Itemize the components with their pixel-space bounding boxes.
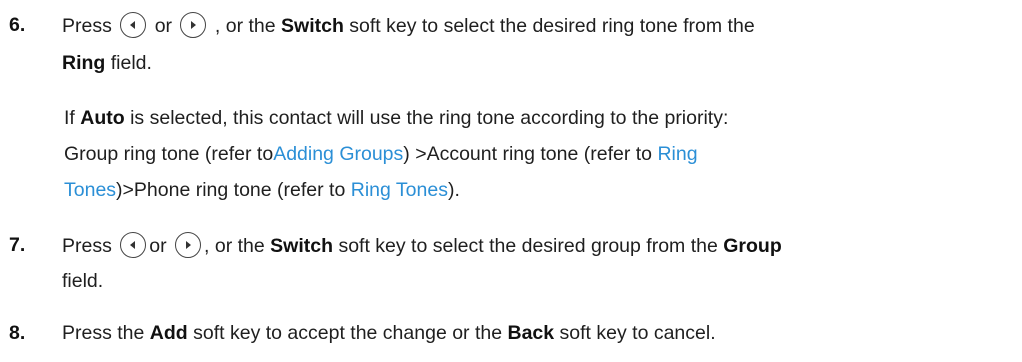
ring-tones-link[interactable]: Ring bbox=[657, 143, 697, 165]
step-7-line-2: field. bbox=[62, 270, 104, 292]
switch-key-label: Switch bbox=[281, 15, 344, 38]
step-number: 6. bbox=[9, 14, 26, 36]
step-number: 8. bbox=[9, 322, 26, 344]
left-arrow-key-icon bbox=[120, 232, 147, 258]
note-line-2: Group ring tone (refer toAdding Groups) … bbox=[64, 143, 698, 165]
add-key-label: Add bbox=[149, 322, 188, 344]
note-line-3: Tones)>Phone ring tone (refer to Ring To… bbox=[64, 179, 460, 201]
step-8-line-1: Press the Add soft key to accept the cha… bbox=[62, 322, 716, 344]
note-line-1: If Auto is selected, this contact will u… bbox=[64, 107, 729, 129]
right-arrow-key-icon bbox=[175, 232, 202, 258]
group-field-label: Group bbox=[723, 235, 782, 258]
text: or bbox=[154, 15, 173, 38]
adding-groups-link[interactable]: Adding Groups bbox=[273, 143, 403, 165]
auto-label: Auto bbox=[80, 107, 125, 129]
back-key-label: Back bbox=[507, 322, 555, 344]
switch-key-label: Switch bbox=[270, 235, 334, 258]
text: field. bbox=[110, 52, 152, 74]
text: Press bbox=[62, 15, 112, 38]
text: soft key to select the desired ring tone… bbox=[349, 15, 755, 38]
step-6-line-2: Ring field. bbox=[62, 52, 152, 75]
step-number: 7. bbox=[9, 234, 26, 256]
right-arrow-key-icon bbox=[180, 12, 207, 38]
step-6-line-1: Press or , or the Switch soft key to sel… bbox=[62, 12, 755, 40]
step-7-line-1: Press or , or the Switch soft key to sel… bbox=[62, 232, 782, 260]
ring-tones-link-2[interactable]: Ring Tones bbox=[351, 179, 448, 201]
text: , or the bbox=[214, 15, 276, 38]
ring-field-label: Ring bbox=[62, 52, 106, 74]
left-arrow-key-icon bbox=[120, 12, 147, 38]
ring-tones-link-cont[interactable]: Tones bbox=[64, 179, 116, 201]
